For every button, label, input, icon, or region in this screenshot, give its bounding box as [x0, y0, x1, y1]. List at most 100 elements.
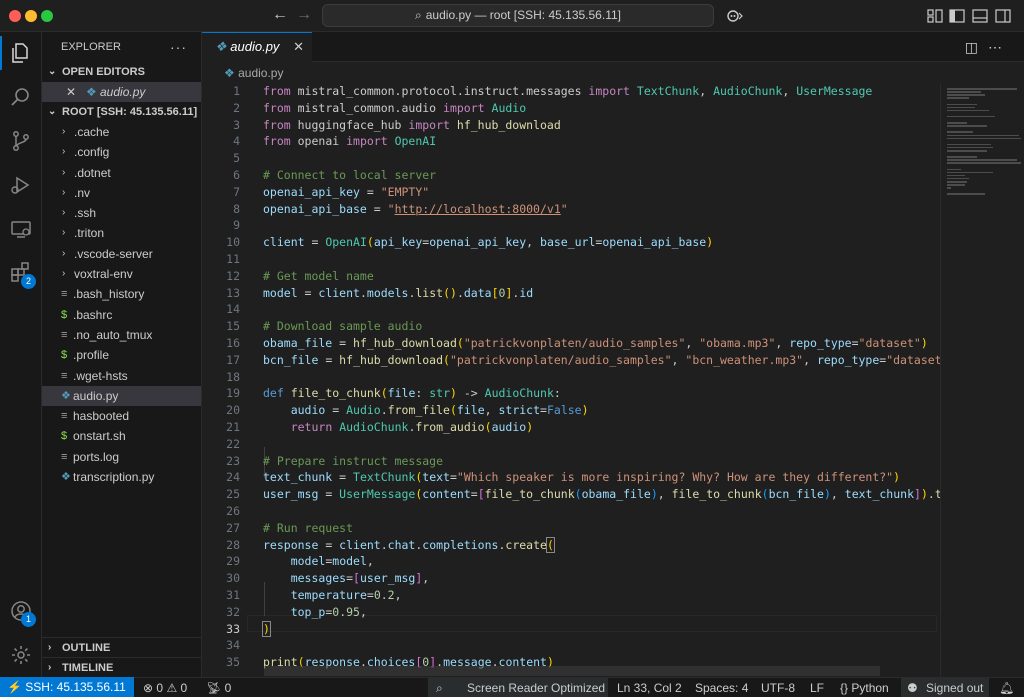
open-editors-label: OPEN EDITORS — [62, 66, 145, 78]
line-number: 34 — [226, 638, 240, 653]
line-number: 3 — [233, 117, 240, 132]
more-actions-icon[interactable]: ··· — [170, 32, 187, 62]
dollar-icon: $ — [61, 430, 68, 443]
file-item[interactable]: $ .profile — [42, 345, 201, 365]
folder-item[interactable]: › .dotnet — [42, 163, 201, 183]
back-arrow-icon[interactable]: ← — [270, 5, 290, 25]
run-debug-icon[interactable] — [0, 164, 42, 206]
close-tab-icon[interactable]: ✕ — [293, 33, 304, 61]
minimap-line — [947, 134, 1019, 136]
signed-out-label: Signed out — [926, 681, 984, 695]
minimap[interactable] — [940, 84, 1024, 678]
accounts-icon[interactable]: 1 — [0, 590, 42, 632]
line-endings[interactable]: LF — [810, 678, 824, 697]
indentation[interactable]: Spaces: 4 — [695, 678, 748, 697]
antenna-icon: 📡︎ — [206, 681, 222, 695]
split-editor-icon[interactable]: ◫ — [965, 39, 988, 55]
notifications-bell-icon[interactable]: 🔔︎ — [999, 678, 1014, 697]
source-control-icon[interactable] — [0, 120, 42, 162]
python-icon: ❖ — [86, 85, 97, 99]
close-icon[interactable]: ✕ — [66, 82, 76, 102]
tab-bar: ❖ audio.py ✕ ◫⋯ — [202, 32, 1024, 62]
outline-section[interactable]: › OUTLINE — [42, 637, 202, 658]
chevron-right-icon: › — [62, 186, 66, 198]
toggle-secondary-sidebar-icon[interactable] — [994, 7, 1012, 25]
code-line: model=model, — [290, 554, 374, 569]
window-title: audio.py — root [SSH: 45.135.56.11] — [425, 8, 621, 22]
close-window-button[interactable] — [9, 10, 21, 22]
explorer-icon[interactable] — [0, 32, 42, 74]
file-label: .profile — [73, 348, 110, 363]
folder-item[interactable]: › .vscode-server — [42, 244, 201, 264]
folder-label: voxtral-env — [74, 267, 133, 282]
file-item[interactable]: ≡ .no_auto_tmux — [42, 325, 201, 345]
code-line: openai_api_base = "http://localhost:8000… — [263, 201, 568, 216]
line-number: 18 — [226, 369, 240, 384]
manage-gear-icon[interactable] — [0, 634, 42, 676]
timeline-section[interactable]: › TIMELINE — [42, 657, 202, 678]
code-line: user_msg = UserMessage(content=[file_to_… — [263, 487, 940, 502]
folder-item[interactable]: › voxtral-env — [42, 264, 201, 284]
file-item[interactable]: ❖ transcription.py — [42, 467, 201, 487]
file-item[interactable]: ≡ .bash_history — [42, 284, 201, 304]
forward-arrow-icon[interactable]: → — [294, 5, 314, 25]
language-mode[interactable]: {} Python — [840, 678, 889, 697]
problems-indicator[interactable]: ⊗ 0 ⚠ 0 — [143, 678, 187, 697]
cursor-position[interactable]: Ln 33, Col 2 — [617, 678, 682, 697]
account-status[interactable]: ⚉ Signed out — [901, 678, 989, 697]
file-item[interactable]: ≡ ports.log — [42, 447, 201, 467]
folder-label: .cache — [74, 125, 110, 139]
open-editors-section[interactable]: ⌄ OPEN EDITORS — [42, 62, 201, 82]
minimap-line — [947, 137, 1021, 140]
remote-indicator[interactable]: ⚡ SSH: 45.135.56.11 — [0, 677, 134, 697]
breadcrumb[interactable]: ❖ audio.py — [202, 62, 1024, 84]
customize-layout-icon[interactable] — [926, 7, 944, 25]
folder-item[interactable]: › .cache — [42, 122, 201, 142]
file-item[interactable]: ≡ hasbooted — [42, 406, 201, 426]
dollar-icon: $ — [61, 349, 68, 362]
file-item[interactable]: $ onstart.sh — [42, 426, 201, 446]
folder-item[interactable]: › .ssh — [42, 203, 201, 223]
root-folder-section[interactable]: ⌄ ROOT [SSH: 45.135.56.11] — [42, 102, 201, 122]
line-number: 30 — [226, 571, 240, 586]
screen-reader-item[interactable]: ⌕ Screen Reader Optimized — [428, 678, 608, 697]
minimize-window-button[interactable] — [25, 10, 37, 22]
line-number: 29 — [226, 554, 240, 569]
file-item[interactable]: ≡ .wget-hsts — [42, 366, 201, 386]
folder-item[interactable]: › .triton — [42, 223, 201, 243]
line-number: 31 — [226, 588, 240, 602]
accounts-badge: 1 — [21, 612, 36, 627]
search-icon[interactable] — [0, 76, 42, 118]
toggle-primary-sidebar-icon[interactable] — [948, 7, 966, 25]
folder-label: .vscode-server — [74, 246, 153, 261]
extensions-icon[interactable]: 2 — [0, 252, 42, 294]
open-editor-item[interactable]: ✕ ❖ audio.py — [42, 82, 201, 102]
explorer-header: EXPLORER ··· — [42, 32, 201, 62]
copilot-icon[interactable] — [726, 7, 744, 25]
tab-audio-py[interactable]: ❖ audio.py ✕ — [202, 32, 312, 62]
line-number: 7 — [233, 184, 240, 199]
command-center[interactable]: ⌕ audio.py — root [SSH: 45.135.56.11] — [322, 4, 714, 27]
toggle-panel-icon[interactable] — [971, 7, 989, 25]
ports-indicator[interactable]: 📡︎ 0 — [206, 678, 231, 697]
line-number: 11 — [226, 252, 240, 266]
folder-item[interactable]: › .nv — [42, 183, 201, 203]
line-number: 32 — [226, 604, 240, 619]
file-item[interactable]: ❖ audio.py — [42, 385, 201, 407]
file-item[interactable]: $ .bashrc — [42, 305, 201, 325]
chevron-right-icon: › — [62, 146, 66, 158]
remote-explorer-icon[interactable] — [0, 208, 42, 250]
maximize-window-button[interactable] — [41, 10, 53, 22]
encoding[interactable]: UTF-8 — [761, 678, 795, 697]
timeline-label: TIMELINE — [62, 662, 114, 674]
code-editor[interactable]: from mistral_common.protocol.instruct.me… — [202, 84, 940, 678]
folder-label: .nv — [74, 185, 91, 200]
code-line: # Run request — [263, 520, 354, 535]
code-line: obama_file = hf_hub_download("patrickvon… — [263, 336, 928, 350]
minimap-line — [947, 94, 985, 96]
folder-item[interactable]: › .config — [42, 142, 201, 162]
more-actions-icon[interactable]: ⋯ — [988, 39, 1012, 55]
horizontal-scrollbar[interactable] — [264, 666, 880, 676]
line-number: 17 — [226, 352, 240, 367]
line-number: 12 — [226, 268, 240, 283]
